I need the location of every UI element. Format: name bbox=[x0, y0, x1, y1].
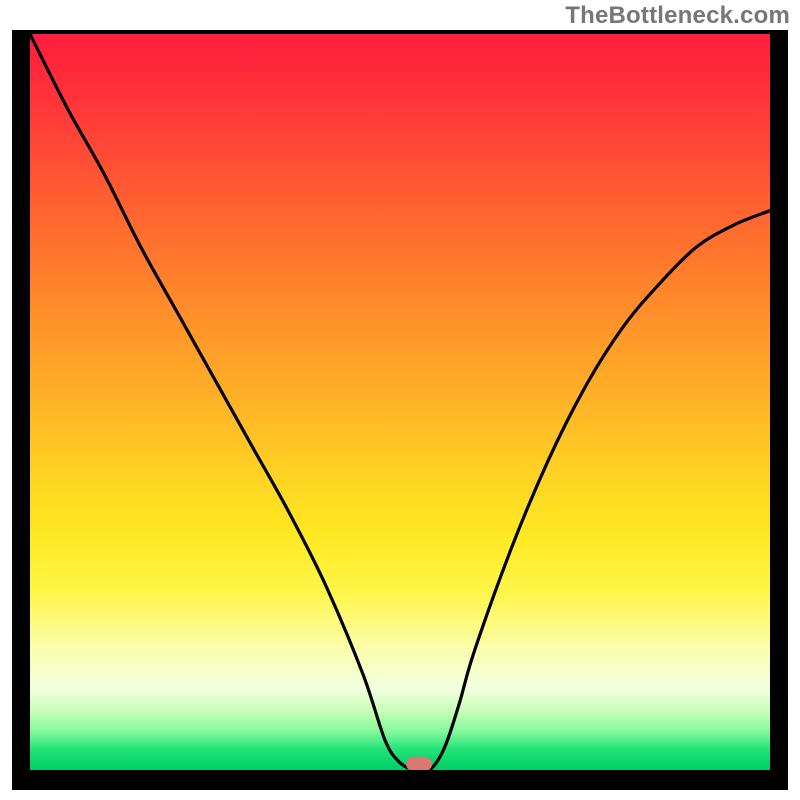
plot-area bbox=[30, 34, 770, 770]
plot-border bbox=[12, 30, 788, 790]
bottleneck-curve bbox=[30, 34, 770, 770]
watermark-text: TheBottleneck.com bbox=[565, 2, 790, 30]
optimal-marker bbox=[406, 757, 432, 770]
chart-frame: TheBottleneck.com bbox=[0, 0, 800, 800]
